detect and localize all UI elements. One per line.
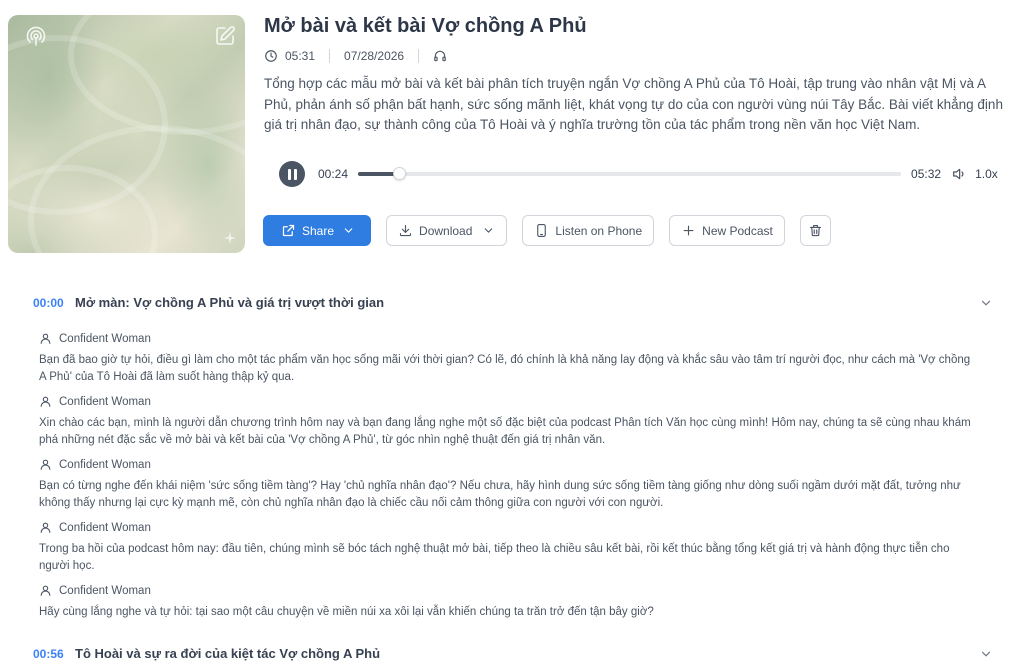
download-label: Download	[419, 223, 473, 238]
pause-icon	[287, 168, 291, 180]
utterance-text: Trong ba hồi của podcast hôm nay: đầu ti…	[39, 543, 950, 572]
download-icon	[399, 224, 412, 237]
current-time: 00:24	[318, 167, 349, 181]
listen-label: Listen on Phone	[555, 223, 643, 238]
edit-icon[interactable]	[213, 24, 237, 48]
section-header[interactable]: 00:56 Tô Hoài và sự ra đời của kiệt tác …	[33, 646, 993, 661]
section-title: Mở màn: Vợ chồng A Phủ và giá trị vượt t…	[75, 295, 385, 310]
section-title: Tô Hoài và sự ra đời của kiệt tác Vợ chồ…	[75, 646, 381, 661]
user-icon	[40, 459, 51, 470]
meta-divider	[418, 49, 420, 63]
utterance-text: Hãy cùng lắng nghe và tự hỏi: tại sao mộ…	[39, 606, 654, 618]
podcast-cover-image	[8, 15, 245, 253]
download-button[interactable]: Download	[386, 215, 508, 246]
section-timestamp[interactable]: 00:00	[33, 296, 75, 310]
trash-icon	[809, 224, 821, 237]
transcript-turn: Confident Woman Bạn có từng nghe đến khá…	[39, 458, 989, 511]
progress-slider[interactable]	[358, 167, 902, 180]
speaker-name: Confident Woman	[59, 458, 151, 471]
progress-knob[interactable]	[392, 167, 406, 180]
chevron-down-icon[interactable]	[979, 647, 993, 661]
chevron-down-icon	[344, 228, 353, 233]
transcript-turn: Confident Woman Trong ba hồi của podcast…	[39, 521, 989, 574]
utterance-text: Bạn đã bao giờ tự hỏi, điều gì làm cho m…	[39, 354, 971, 383]
phone-icon	[537, 224, 547, 237]
listen-count	[433, 49, 447, 63]
share-label: Share	[302, 223, 335, 238]
pause-button[interactable]	[279, 161, 305, 187]
sparkle-icon	[223, 231, 237, 245]
speaker-line: Confident Woman	[39, 458, 989, 471]
new-podcast-label: New Podcast	[702, 223, 773, 238]
speaker-line: Confident Woman	[39, 584, 989, 597]
delete-button[interactable]	[799, 215, 831, 246]
speaker-line: Confident Woman	[39, 332, 989, 345]
episode-meta: 05:31 07/28/2026	[264, 49, 447, 63]
utterance-text: Bạn có từng nghe đến khái niệm 'sức sống…	[39, 480, 961, 509]
utterance-text: Xin chào các bạn, mình là người dẫn chươ…	[39, 417, 971, 446]
date: 07/28/2026	[344, 49, 404, 63]
action-bar: Share Download Listen on Phone New Podca…	[263, 215, 831, 246]
speaker-line: Confident Woman	[39, 395, 989, 408]
duration: 05:31	[264, 49, 315, 63]
headphones-icon	[434, 50, 446, 62]
user-icon	[40, 333, 51, 344]
section-timestamp[interactable]: 00:56	[33, 647, 75, 661]
speaker-line: Confident Woman	[39, 521, 989, 534]
speaker-name: Confident Woman	[59, 332, 151, 345]
meta-divider	[329, 49, 331, 63]
volume-icon[interactable]	[951, 166, 967, 182]
duration-text: 05:31	[285, 49, 316, 63]
share-button[interactable]: Share	[263, 215, 372, 246]
chevron-down-icon[interactable]	[979, 296, 993, 310]
transcript-turn: Confident Woman Hãy cùng lắng nghe và tự…	[39, 584, 989, 621]
episode-title: Mở bài và kết bài Vợ chồng A Phủ	[264, 15, 587, 37]
plus-icon	[683, 225, 694, 236]
transcript-turn: Confident Woman Bạn đã bao giờ tự hỏi, đ…	[39, 332, 989, 385]
user-icon	[40, 396, 51, 407]
transcript-turn: Confident Woman Xin chào các bạn, mình l…	[39, 395, 989, 448]
speaker-name: Confident Woman	[59, 395, 151, 408]
speaker-name: Confident Woman	[59, 521, 151, 534]
new-podcast-button[interactable]: New Podcast	[669, 215, 785, 246]
audio-player: 00:24 05:32 1.0x	[279, 161, 1019, 187]
date-text: 07/28/2026	[344, 49, 405, 63]
clock-icon	[265, 50, 277, 62]
share-icon	[282, 224, 295, 237]
playback-speed[interactable]: 1.0x	[975, 167, 998, 181]
user-icon	[40, 522, 51, 533]
pause-icon-bar	[293, 168, 297, 180]
chevron-down-icon	[485, 228, 493, 233]
speaker-name: Confident Woman	[59, 584, 151, 597]
episode-description: Tổng hợp các mẫu mở bài và kết bài phân …	[264, 76, 1003, 132]
user-icon	[40, 585, 51, 596]
total-time: 05:32	[911, 167, 942, 181]
section-header[interactable]: 00:00 Mở màn: Vợ chồng A Phủ và giá trị …	[33, 295, 993, 310]
podcast-icon	[24, 25, 48, 49]
listen-on-phone-button[interactable]: Listen on Phone	[522, 215, 655, 246]
